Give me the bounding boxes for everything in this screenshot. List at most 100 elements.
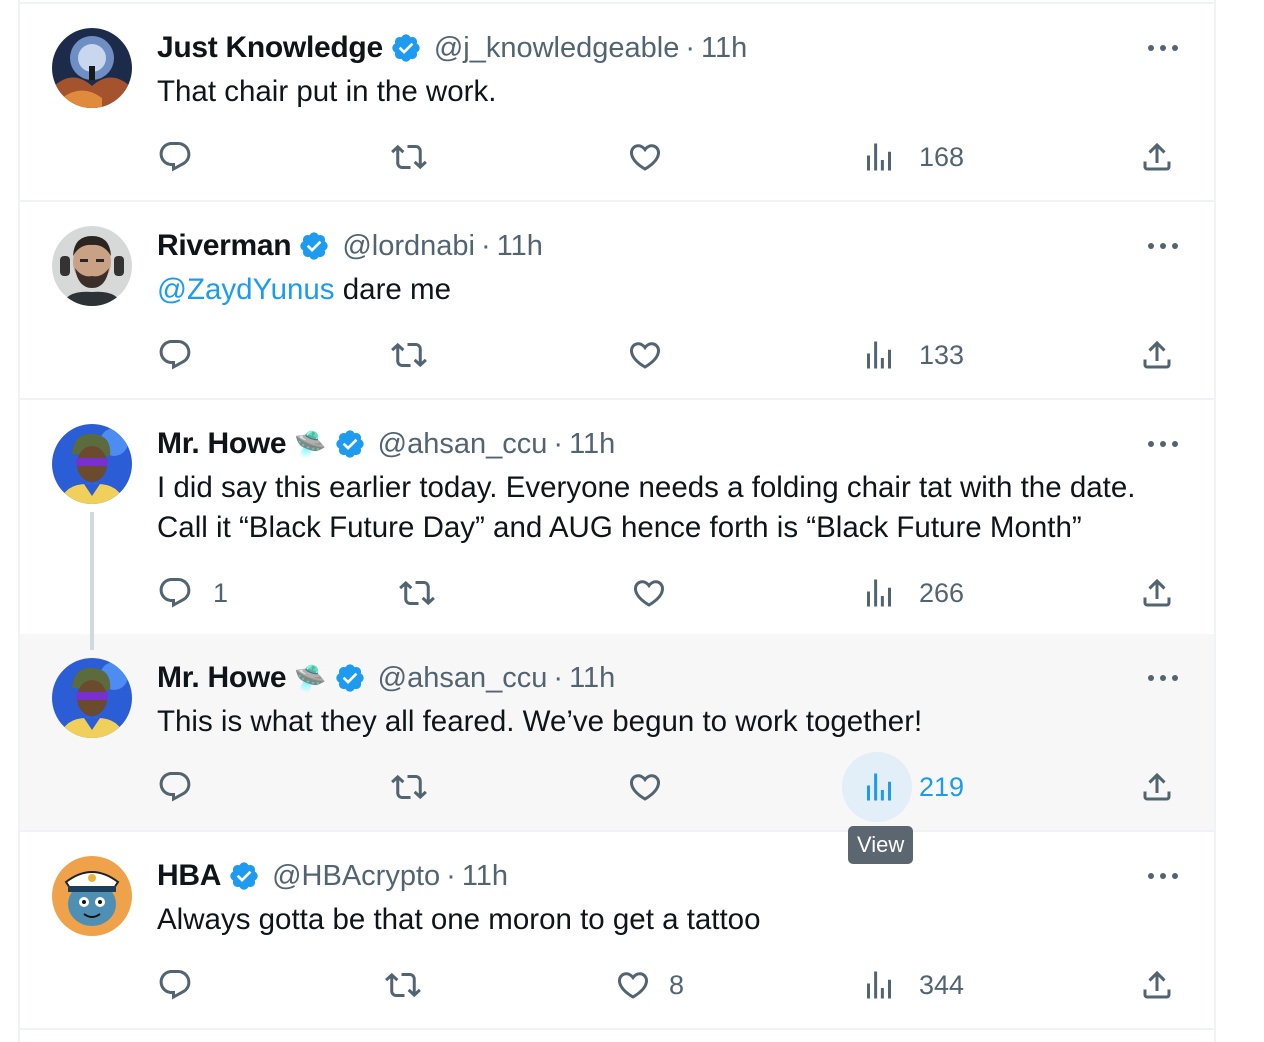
timestamp[interactable]: 11h: [701, 32, 747, 65]
thread-connector: [90, 634, 94, 650]
reply-button[interactable]: [157, 333, 193, 377]
separator: ·: [553, 661, 564, 694]
tweet-header: Just Knowledge @j_knowledgeable · 11h: [157, 28, 747, 68]
reply-button[interactable]: [157, 765, 193, 809]
share-icon: [1143, 970, 1171, 999]
avatar[interactable]: [52, 424, 132, 504]
separator: ·: [480, 229, 491, 262]
avatar[interactable]: [52, 226, 132, 306]
verified-badge-icon: [300, 232, 329, 260]
action-bar: 219: [157, 752, 1184, 822]
heart-icon: [629, 774, 661, 801]
tweet[interactable]: Riverman @lordnabi · 11h @ZaydYunus dare…: [20, 202, 1214, 400]
display-name[interactable]: Just Knowledge: [157, 31, 383, 65]
views-button[interactable]: 344: [861, 963, 964, 1007]
display-name[interactable]: Riverman: [157, 229, 292, 263]
reply-button[interactable]: [157, 135, 193, 179]
tweet-text: I did say this earlier today. Everyone n…: [157, 468, 1184, 548]
avatar[interactable]: [52, 856, 132, 936]
view-count: 133: [919, 339, 965, 370]
share-icon: [1143, 340, 1171, 369]
views-icon: [867, 341, 891, 369]
timestamp[interactable]: 11h: [497, 230, 543, 263]
tweet[interactable]: Just Knowledge @j_knowledgeable · 11h Th…: [20, 4, 1214, 202]
view-count: 266: [919, 577, 965, 608]
action-bar: 133: [157, 333, 1184, 377]
retweet-icon: [399, 580, 435, 606]
tweet-text-line: I did say this earlier today. Everyone n…: [157, 471, 1136, 504]
tweet[interactable]: Mr. Howe 🛸 @ahsan_ccu · 11h This is what…: [20, 634, 1214, 832]
like-count: 8: [669, 969, 685, 1000]
views-tooltip: View: [848, 826, 914, 864]
reply-icon: [159, 970, 191, 1000]
separator: ·: [685, 31, 695, 64]
views-button[interactable]: 219: [842, 752, 964, 822]
reply-button[interactable]: [157, 963, 193, 1007]
avatar[interactable]: [52, 28, 132, 108]
verified-badge-icon: [336, 430, 364, 458]
share-button[interactable]: [1139, 765, 1175, 809]
separator: ·: [446, 859, 456, 892]
views-button[interactable]: 168: [861, 135, 964, 179]
retweet-button[interactable]: [391, 765, 427, 809]
handle[interactable]: @ahsan_ccu: [378, 428, 548, 461]
action-bar: 8 344: [157, 963, 1184, 1007]
share-button[interactable]: [1139, 135, 1175, 179]
timestamp[interactable]: 11h: [462, 860, 508, 893]
verified-badge-icon: [392, 34, 420, 62]
like-button[interactable]: 8: [615, 963, 684, 1007]
share-button[interactable]: [1139, 963, 1175, 1007]
timestamp[interactable]: 11h: [569, 662, 615, 695]
tweet-header: Riverman @lordnabi · 11h: [157, 226, 543, 266]
retweet-icon: [391, 144, 427, 170]
handle[interactable]: @ahsan_ccu: [378, 662, 548, 695]
share-icon: [1143, 578, 1171, 607]
retweet-button[interactable]: [391, 333, 427, 377]
action-bar: 1 266: [157, 571, 1184, 615]
handle[interactable]: @HBAcrypto: [272, 860, 440, 893]
retweet-button[interactable]: [385, 963, 421, 1007]
tweet[interactable]: HBA @HBAcrypto · 11h Always gotta be tha…: [20, 832, 1214, 1030]
heart-icon: [629, 144, 661, 171]
views-button[interactable]: 133: [861, 333, 964, 377]
views-button[interactable]: 266: [861, 571, 964, 615]
timeline: Just Knowledge @j_knowledgeable · 11h Th…: [18, 0, 1216, 1042]
heart-icon: [629, 342, 661, 369]
avatar[interactable]: [52, 658, 132, 738]
mention-link[interactable]: @ZaydYunus: [157, 273, 335, 306]
like-button[interactable]: [627, 765, 663, 809]
handle[interactable]: @lordnabi: [342, 230, 475, 263]
like-button[interactable]: [627, 135, 663, 179]
display-name[interactable]: Mr. Howe: [157, 427, 287, 461]
tweet-text-line: dare me: [334, 273, 451, 306]
tweet-text-line: Always gotta be that one moron to get a …: [157, 903, 761, 936]
retweet-button[interactable]: [399, 571, 435, 615]
reply-icon: [159, 340, 191, 370]
views-icon: [867, 773, 891, 801]
more-icon[interactable]: [1146, 241, 1180, 251]
thread-connector: [90, 512, 94, 634]
like-button[interactable]: [631, 571, 667, 615]
handle[interactable]: @j_knowledgeable: [434, 32, 680, 65]
more-icon[interactable]: [1146, 871, 1180, 881]
tweet-text-line: That chair put in the work.: [157, 75, 497, 108]
more-icon[interactable]: [1146, 673, 1180, 683]
reply-button[interactable]: 1: [157, 571, 228, 615]
tweet[interactable]: Mr. Howe 🛸 @ahsan_ccu · 11h I did say th…: [20, 400, 1214, 634]
display-name[interactable]: Mr. Howe: [157, 661, 287, 695]
reply-icon: [159, 772, 191, 802]
share-icon: [1143, 142, 1171, 171]
timestamp[interactable]: 11h: [569, 428, 615, 461]
views-icon: [867, 971, 891, 999]
retweet-icon: [391, 342, 427, 368]
share-button[interactable]: [1139, 571, 1175, 615]
ufo-emoji: 🛸: [294, 662, 327, 693]
more-icon[interactable]: [1146, 439, 1180, 449]
display-name[interactable]: HBA: [157, 859, 221, 893]
tweet-text: @ZaydYunus dare me: [157, 270, 1184, 310]
retweet-button[interactable]: [391, 135, 427, 179]
reply-count: 1: [213, 577, 229, 608]
share-button[interactable]: [1139, 333, 1175, 377]
more-icon[interactable]: [1146, 43, 1180, 53]
like-button[interactable]: [627, 333, 663, 377]
